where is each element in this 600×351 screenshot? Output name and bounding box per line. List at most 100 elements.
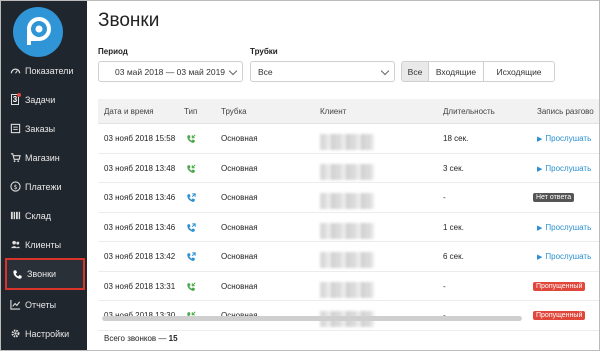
sidebar-item-label: Отчеты <box>25 299 57 310</box>
sidebar-item-label: Склад <box>25 210 52 221</box>
chevron-down-icon <box>380 66 390 76</box>
filter-all-button[interactable]: Все <box>402 62 429 81</box>
incoming-call-icon <box>186 281 196 292</box>
call-datetime: 03 нояб 2018 15:58 <box>104 134 176 143</box>
client-name-redacted[interactable] <box>320 281 374 298</box>
call-datetime: 03 нояб 2018 13:46 <box>104 222 176 232</box>
phone-icon <box>11 268 23 280</box>
play-record-link[interactable]: Прослушать <box>537 252 591 261</box>
chart-icon <box>9 299 21 311</box>
app-logo[interactable] <box>13 7 63 57</box>
main-content: Звонки Период 03 май 2018 — 03 май 2019 … <box>87 0 600 351</box>
tasks-icon: 3 <box>10 93 22 105</box>
table-body: 03 нояб 2018 15:58 Основная 18 сек. Прослуш… <box>98 124 599 331</box>
period-select[interactable]: 03 май 2018 — 03 май 2019 <box>98 61 243 82</box>
play-record-link[interactable]: Прослушать <box>537 223 591 232</box>
total-value: 15 <box>168 334 178 343</box>
dollar-icon: $ <box>9 181 21 193</box>
sidebar-item-shop[interactable]: Магазин <box>5 143 85 172</box>
call-line: Основная <box>221 252 258 261</box>
logo-icon <box>27 17 51 45</box>
column-header[interactable]: Клиент <box>320 107 346 116</box>
column-header[interactable]: Длительность <box>443 107 495 116</box>
filter-incoming-button[interactable]: Входящие <box>429 62 484 81</box>
sidebar-item-label: Заказы <box>25 123 56 134</box>
filter-outgoing-button[interactable]: Исходящие <box>484 62 554 81</box>
play-record-link[interactable]: Прослушать <box>537 164 591 173</box>
call-duration: 6 сек. <box>443 252 464 261</box>
client-name-redacted[interactable] <box>320 163 374 180</box>
call-line: Основная <box>221 222 258 232</box>
call-duration: 1 сек. <box>443 222 464 232</box>
table-row[interactable]: 03 нояб 2018 13:48 Основная 3 сек. Прослуша… <box>98 154 599 183</box>
call-datetime: 03 нояб 2018 13:46 <box>104 193 176 202</box>
table-row[interactable]: 03 нояб 2018 13:46 Основная - Нет ответа <box>98 183 599 213</box>
sidebar-item-reports[interactable]: Отчеты <box>5 290 85 319</box>
play-record-link[interactable]: Прослушать <box>537 134 591 143</box>
missed-badge: Пропущенный <box>533 281 586 291</box>
missed-badge: Пропущенный <box>533 311 586 320</box>
sidebar-item-label: Задачи <box>25 94 56 105</box>
gear-icon <box>9 328 21 340</box>
column-header[interactable]: Запись разгово <box>537 107 594 116</box>
outgoing-call-icon <box>186 222 196 233</box>
sidebar-item-tasks[interactable]: 3 Задачи <box>5 85 85 114</box>
sidebar-item-orders[interactable]: Заказы <box>5 114 85 143</box>
call-line: Основная <box>221 163 258 173</box>
sidebar-item-label: Клиенты <box>25 239 62 250</box>
client-name-redacted[interactable] <box>320 193 374 209</box>
horizontal-scrollbar[interactable] <box>102 316 522 321</box>
period-label: Период <box>98 47 128 56</box>
sidebar-item-label: Показатели <box>25 65 74 76</box>
total-label: Всего звонков — <box>104 334 167 343</box>
outgoing-call-icon <box>186 252 196 262</box>
total-calls: Всего звонков — 15 <box>104 334 178 343</box>
chevron-down-icon <box>228 66 238 76</box>
client-name-redacted[interactable] <box>320 222 374 239</box>
call-datetime: 03 нояб 2018 13:31 <box>104 281 176 291</box>
call-datetime: 03 нояб 2018 13:42 <box>104 252 176 261</box>
sidebar-item-dashboard[interactable]: Показатели <box>5 56 85 85</box>
sidebar-item-label: Настройки <box>25 328 70 339</box>
table-row[interactable]: 03 нояб 2018 13:46 Основная 1 сек. Прослуша… <box>98 213 599 242</box>
client-name-redacted[interactable] <box>320 134 374 150</box>
svg-text:$: $ <box>13 183 17 191</box>
sidebar-item-settings[interactable]: Настройки <box>5 319 85 348</box>
table-row[interactable]: 03 нояб 2018 13:42 Основная 6 сек. Прослуша… <box>98 242 599 272</box>
lines-label: Трубки <box>250 47 278 56</box>
table-header: Дата и время Тип Трубка Клиент Длительно… <box>98 99 599 124</box>
sidebar-item-label: Платежи <box>25 181 62 192</box>
sidebar-item-payments[interactable]: $ Платежи <box>5 172 85 201</box>
incoming-call-icon <box>186 163 196 174</box>
client-name-redacted[interactable] <box>320 252 374 268</box>
outgoing-call-icon <box>186 193 196 203</box>
sidebar: Показатели 3 Задачи Заказы Магазин $ Пла… <box>0 0 87 351</box>
column-header[interactable]: Дата и время <box>104 107 154 116</box>
table-row[interactable]: 03 нояб 2018 15:58 Основная 18 сек. Прослуш… <box>98 124 599 154</box>
sidebar-item-clients[interactable]: Клиенты <box>5 230 85 259</box>
users-icon <box>9 239 21 251</box>
calls-table: Дата и время Тип Трубка Клиент Длительно… <box>98 99 599 331</box>
call-duration: - <box>443 193 446 202</box>
incoming-call-icon <box>186 134 196 144</box>
sidebar-item-calls[interactable]: Звонки <box>5 258 85 290</box>
sidebar-item-warehouse[interactable]: Склад <box>5 201 85 230</box>
lines-select[interactable]: Все <box>250 61 395 82</box>
call-duration: 18 сек. <box>443 134 469 143</box>
call-line: Основная <box>221 193 258 202</box>
column-header[interactable]: Трубка <box>221 107 247 116</box>
call-line: Основная <box>221 134 258 143</box>
call-datetime: 03 нояб 2018 13:48 <box>104 163 176 173</box>
period-value: 03 май 2018 — 03 май 2019 <box>115 66 226 77</box>
sidebar-item-label: Магазин <box>25 152 60 163</box>
orders-icon <box>9 123 21 135</box>
sidebar-item-label: Звонки <box>27 269 57 279</box>
gauge-icon <box>9 65 21 77</box>
call-type-filter: Все Входящие Исходящие <box>401 61 555 82</box>
column-header[interactable]: Тип <box>184 107 197 116</box>
call-duration: 3 сек. <box>443 163 464 173</box>
cart-icon <box>9 152 21 164</box>
table-row[interactable]: 03 нояб 2018 13:31 Основная - Пропущенный <box>98 272 599 301</box>
call-line: Основная <box>221 281 258 291</box>
call-duration: - <box>443 281 446 291</box>
